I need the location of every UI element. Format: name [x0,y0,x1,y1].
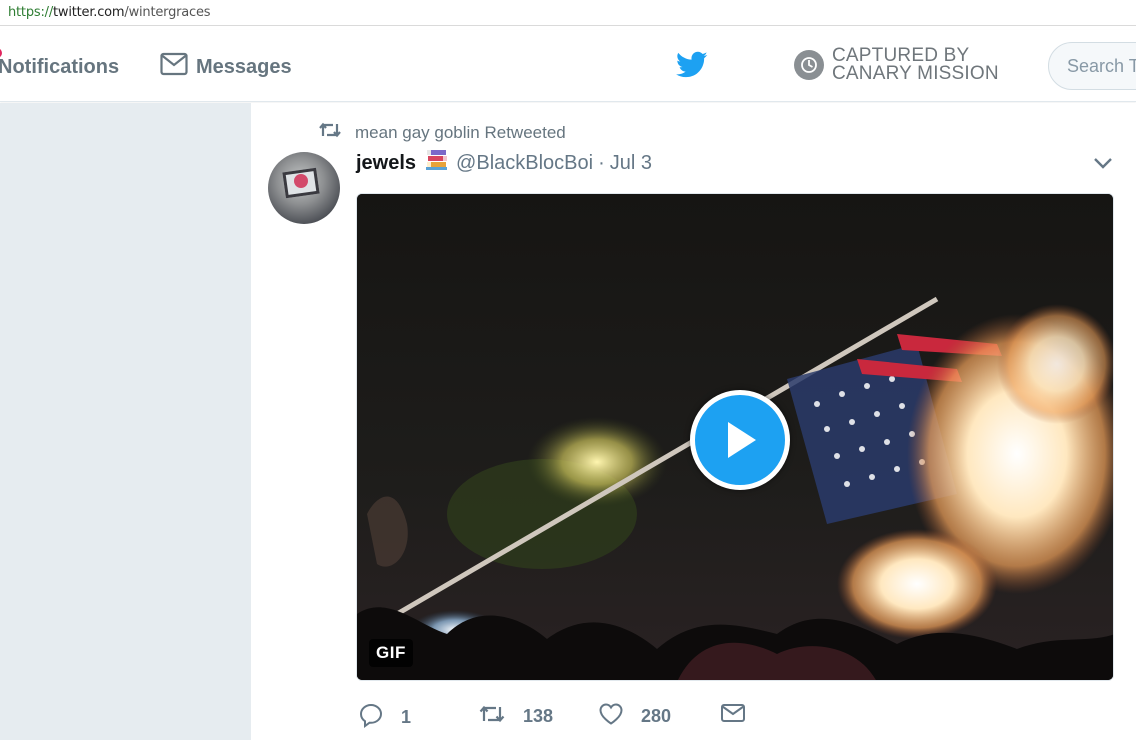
nav-messages[interactable]: Messages [160,52,292,82]
envelope-icon [160,52,188,82]
like-count: 280 [641,706,672,726]
retweet-count: 138 [523,706,554,726]
left-sidebar-background [0,103,251,740]
canary-line2: CANARY MISSION [832,63,999,84]
twitter-bird-icon[interactable] [676,51,708,84]
url-scheme: https:// [8,5,53,20]
heart-icon [598,702,624,731]
canary-mission-text: CAPTURED BY CANARY MISSION [832,46,999,84]
play-icon [728,422,756,458]
canary-badge-icon [794,50,824,80]
tweet-header: jewels @BlackBlocBoi · Jul 3 [356,148,652,178]
author-name[interactable]: jewels [356,152,416,175]
reply-icon [358,702,384,733]
envelope-icon [720,702,746,729]
avatar[interactable] [268,152,340,224]
retweet-button[interactable]: 138 [478,702,553,731]
avatar-image-detail-2 [294,174,308,188]
tweet-date[interactable]: Jul 3 [610,152,652,175]
retweet-context[interactable]: mean gay goblin Retweeted [318,121,566,144]
retweet-icon [478,702,506,731]
browser-address-bar[interactable]: https://twitter.com/wintergraces [0,0,1136,26]
direct-message-button[interactable] [720,702,746,729]
like-button[interactable]: 280 [598,702,671,731]
retweeted-by-text: mean gay goblin Retweeted [355,122,566,142]
nav-messages-label: Messages [196,55,292,78]
url-text[interactable]: https://twitter.com/wintergraces [8,5,211,20]
url-path: /wintergraces [124,5,211,20]
gif-media[interactable]: GIF [356,193,1114,681]
header-separator: · [598,151,605,174]
url-host: twitter.com [53,5,125,20]
retweet-small-icon [318,121,342,144]
search-input[interactable]: Search Twitter [1048,42,1136,90]
chevron-down-icon[interactable] [1092,155,1114,176]
reply-button[interactable]: 1 [358,702,411,733]
reply-count: 1 [401,707,412,727]
books-emoji [425,148,449,178]
nav-notifications[interactable]: Notifications [0,48,120,82]
canary-mission-watermark: CAPTURED BY CANARY MISSION [794,46,999,84]
author-handle[interactable]: @BlackBlocBoi [456,152,593,175]
play-button[interactable] [690,390,790,490]
nav-notifications-label: Notifications [0,55,120,78]
gif-badge: GIF [369,639,413,667]
